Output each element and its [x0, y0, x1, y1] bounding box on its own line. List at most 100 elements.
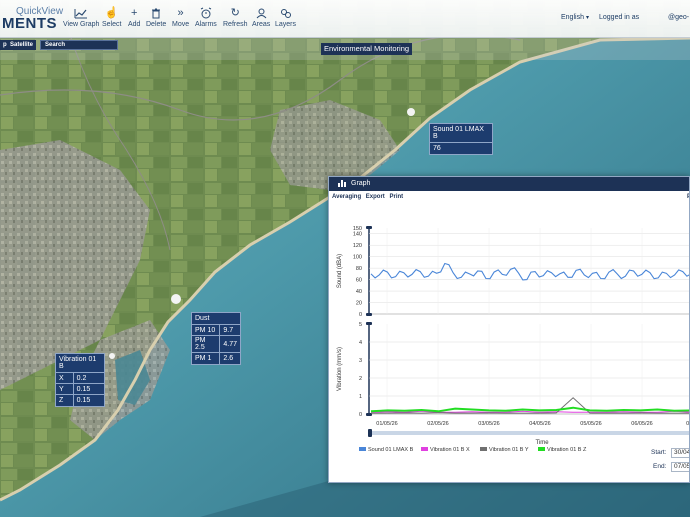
y-tick-label: 3 [359, 358, 362, 364]
user-icon [252, 7, 270, 20]
map-title: Environmental Monitoring [321, 43, 413, 55]
language-value: English [561, 14, 584, 21]
popup-value: 0.15 [73, 394, 104, 406]
legend-label: Vibration 01 B X [430, 447, 470, 453]
time-scroll-handle [368, 429, 372, 437]
x-tick-label: 07/05 [686, 421, 690, 427]
refresh-button[interactable]: ↻ Refresh [223, 7, 248, 28]
x-tick-label: 02/05/26 [427, 421, 448, 427]
y-range-handle [366, 313, 372, 316]
view-graph-label: View Graph [63, 21, 100, 28]
select-button[interactable]: ☝ Select [102, 7, 121, 28]
y-tick-label: 140 [353, 232, 362, 238]
layers-label: Layers [275, 21, 297, 28]
y-range-handle [366, 322, 372, 325]
view-graph-button[interactable]: View Graph [63, 7, 99, 28]
plus-icon: + [131, 7, 138, 19]
end-date-input[interactable]: 07/05 [671, 462, 689, 472]
popup-title: Sound 01 LMAX B [433, 126, 484, 140]
y-tick-label: 0 [359, 412, 362, 418]
y-tick-label: 5 [359, 322, 362, 328]
y-tick-label: 120 [353, 243, 362, 249]
popup-key: Z [56, 394, 74, 406]
x-tick-label: 04/05/26 [529, 421, 550, 427]
move-button[interactable]: » Move [172, 7, 189, 28]
alarms-button[interactable]: Alarms [195, 7, 217, 28]
y-tick-label: 2 [359, 376, 362, 382]
map-type-satellite-button[interactable]: Satellite [7, 40, 37, 50]
dust-sensor-popup[interactable]: Dust PM 10 9.7 PM 2.5 4.77 PM 1 2.6 [191, 312, 241, 365]
x-axis-label: Time [535, 440, 549, 446]
end-label: End: [653, 463, 667, 470]
start-label: Start: [651, 449, 667, 456]
legend-label: Vibration 01 B Y [489, 447, 529, 453]
popup-title: Vibration 01 B [59, 356, 97, 370]
graph-chart: 0 20 40 60 80 100 120 140150 Sound (dBA) 0 1 2 3 4 5 Vi… [337, 226, 690, 453]
y-tick-label: 4 [359, 340, 362, 346]
x-tick-label: 01/05/26 [376, 421, 397, 427]
y-tick-label: 100 [353, 255, 362, 261]
layers-button[interactable]: Layers [275, 7, 296, 28]
legend-swatch [538, 447, 545, 451]
layers-icon [275, 7, 296, 20]
y-axis-label: Sound (dBA) [337, 254, 343, 288]
add-label: Add [128, 21, 141, 28]
refresh-icon: ↻ [230, 7, 240, 19]
y-tick-label: 40 [356, 289, 362, 295]
x-tick-label: 06/05/26 [631, 421, 652, 427]
popup-value: 9.7 [219, 324, 240, 336]
start-date-input[interactable]: 30/04 [671, 448, 689, 458]
y-tick-label: 20 [356, 301, 362, 307]
y-tick-label: 150 [353, 226, 362, 232]
vibration-sensor-popup[interactable]: Vibration 01 B X 0.2 Y 0.15 Z 0.15 [55, 353, 105, 407]
select-label: Select [102, 21, 122, 28]
sound-sensor-popup[interactable]: Sound 01 LMAX B 76 [429, 123, 493, 155]
add-button[interactable]: + Add [128, 7, 140, 28]
popup-key: Y [56, 383, 74, 395]
y-tick-label: 0 [359, 312, 362, 318]
alarms-label: Alarms [195, 21, 217, 28]
hand-pointer-icon: ☝ [104, 7, 119, 19]
trash-icon [146, 7, 166, 20]
areas-label: Areas [252, 21, 271, 28]
popup-value: 0.2 [73, 372, 104, 384]
legend-swatch [421, 447, 428, 451]
popup-value: 76 [430, 142, 492, 154]
popup-key: PM 10 [192, 324, 221, 336]
search-input[interactable]: Search [40, 40, 118, 50]
user-name[interactable]: @geo- [668, 14, 689, 21]
popup-value: 4.77 [219, 335, 240, 353]
y-tick-label: 80 [356, 266, 362, 272]
brand-logo: MENTS [2, 15, 57, 32]
legend-label: Sound 01 LMAX B [368, 447, 414, 453]
legend-label: Vibration 01 B Z [547, 447, 587, 453]
popup-key: PM 1 [192, 352, 221, 364]
delete-button[interactable]: Delete [146, 7, 166, 28]
areas-button[interactable]: Areas [252, 7, 270, 28]
popup-value: 0.15 [73, 383, 104, 395]
double-chevron-icon: » [177, 7, 184, 19]
y-range-handle [366, 226, 372, 229]
logged-in-label: Logged in as [599, 14, 640, 21]
popup-key: PM 2.5 [192, 335, 221, 353]
move-label: Move [172, 21, 190, 28]
y-tick-label: 1 [359, 394, 362, 400]
graph-window[interactable]: Graph Averaging Export Print P 020406080… [328, 176, 690, 483]
refresh-label: Refresh [223, 21, 248, 28]
chart-icon [63, 7, 99, 20]
chevron-down-icon: ▾ [585, 15, 589, 21]
top-toolbar: QuickView MENTS View Graph ☝ Select + Ad… [0, 0, 690, 38]
delete-label: Delete [146, 21, 167, 28]
x-tick-label: 03/05/26 [478, 421, 499, 427]
language-select[interactable]: English ▾ [561, 14, 589, 21]
popup-key: X [56, 372, 74, 384]
time-scrollbar [369, 431, 689, 435]
alarm-clock-icon [195, 7, 217, 20]
popup-title: Dust [195, 315, 210, 322]
legend-swatch [480, 447, 487, 451]
popup-value: 2.6 [219, 352, 240, 364]
legend-swatch [359, 447, 366, 451]
x-tick-label: 05/05/26 [580, 421, 601, 427]
y-tick-label: 60 [356, 278, 362, 284]
y-axis-label: Vibration (mm/s) [337, 347, 343, 391]
